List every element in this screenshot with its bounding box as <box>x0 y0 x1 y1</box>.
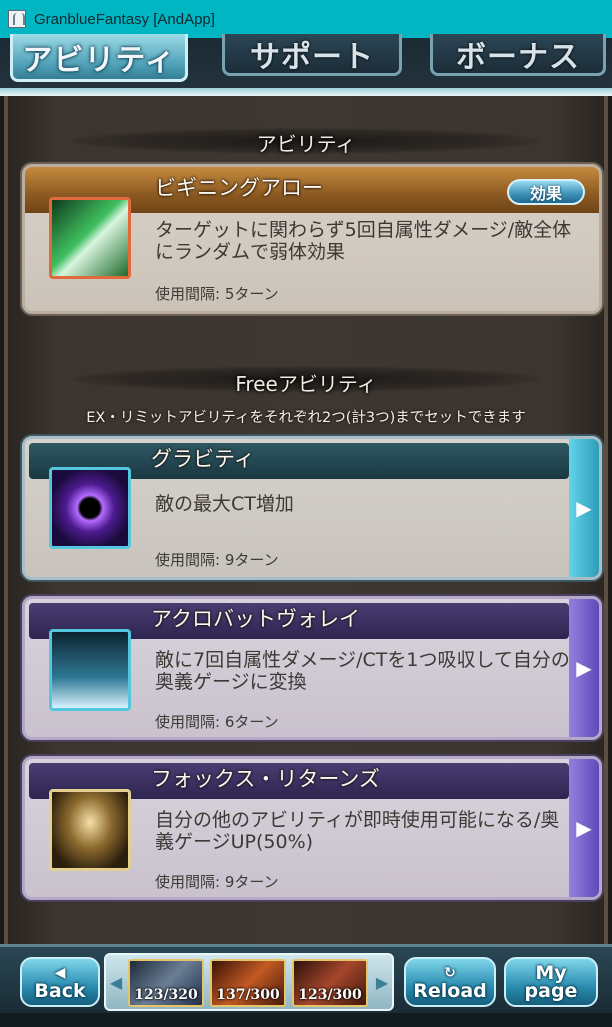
status-strip <box>0 1013 612 1027</box>
ability-name: フォックス・リターンズ <box>151 767 380 791</box>
ability-card-gravity[interactable]: グラビティ 敵の最大CT増加 使用間隔: 9ターン ▶ <box>22 436 602 580</box>
mypage-label-2: page <box>524 980 578 1002</box>
tab-support[interactable]: サポート <box>222 34 402 76</box>
tab-bar: アビリティ サポート ボーナス <box>0 34 612 94</box>
ability-interval: 使用間隔: 6ターン <box>155 713 279 731</box>
ability-card-lead[interactable]: ビギニングアロー 効果 ターゲットに関わらず5回自属性ダメージ/敵全体にランダム… <box>22 164 602 314</box>
section-note: EX・リミットアビリティをそれぞれ2つ(計3つ)までセットできます <box>86 410 526 426</box>
tab-ability[interactable]: アビリティ <box>10 34 188 82</box>
section-title-free: Freeアビリティ <box>235 372 377 396</box>
window-title: GranblueFantasy [AndApp] <box>34 10 215 28</box>
ice-spikes-icon <box>49 629 131 711</box>
ability-name: グラビティ <box>151 447 255 471</box>
ability-description: ターゲットに関わらず5回自属性ダメージ/敵全体にランダムで弱体効果 <box>155 219 572 263</box>
mypage-button[interactable]: My page <box>504 957 598 1007</box>
ability-description: 敵の最大CT増加 <box>155 493 294 515</box>
party-member-3[interactable]: 123/300 <box>292 959 368 1007</box>
reload-label: Reload <box>413 980 487 1002</box>
ability-interval: 使用間隔: 9ターン <box>155 551 279 569</box>
tab-divider <box>0 88 612 96</box>
member-hp: 123/320 <box>134 987 198 1003</box>
member-hp: 123/300 <box>298 987 362 1003</box>
ability-name: アクロバットヴォレイ <box>151 607 360 631</box>
chevron-right-icon[interactable]: ▶ <box>569 439 599 577</box>
effect-button[interactable]: 効果 <box>507 179 585 205</box>
section-title-ability: アビリティ <box>256 132 356 156</box>
chevron-right-icon[interactable]: ▶ <box>375 967 389 997</box>
ability-card-acrobat-volley[interactable]: アクロバットヴォレイ 敵に7回自属性ダメージ/CTを1つ吸収して自分の奥義ゲージ… <box>22 596 602 740</box>
green-arrow-icon <box>49 197 131 279</box>
fox-glasses-icon <box>49 789 131 871</box>
member-hp: 137/300 <box>216 987 280 1003</box>
chevron-right-icon[interactable]: ▶ <box>569 759 599 897</box>
party-strip: ◀ 123/320 137/300 123/300 ▶ <box>104 953 394 1011</box>
chevron-left-icon[interactable]: ◀ <box>109 967 123 997</box>
ability-card-fox-returns[interactable]: フォックス・リターンズ 自分の他のアビリティが即時使用可能になる/奥義ゲージUP… <box>22 756 602 900</box>
ability-interval: 使用間隔: 9ターン <box>155 873 279 891</box>
ability-description: 自分の他のアビリティが即時使用可能になる/奥義ゲージUP(50%) <box>155 809 560 853</box>
reload-button[interactable]: ↻ Reload <box>404 957 496 1007</box>
tab-bonus[interactable]: ボーナス <box>430 34 606 76</box>
back-label: Back <box>34 980 86 1002</box>
party-member-1[interactable]: 123/320 <box>128 959 204 1007</box>
chevron-right-icon[interactable]: ▶ <box>569 599 599 737</box>
ability-panel: アビリティ ビギニングアロー 効果 ターゲットに関わらず5回自属性ダメージ/敵全… <box>4 96 608 944</box>
black-hole-icon <box>49 467 131 549</box>
ability-name: ビギニングアロー <box>155 176 323 200</box>
app-icon <box>8 10 26 28</box>
ability-interval: 使用間隔: 5ターン <box>155 285 279 303</box>
ability-description: 敵に7回自属性ダメージ/CTを1つ吸収して自分の奥義ゲージに変換 <box>155 649 570 693</box>
bottom-navigation: ◀ Back ◀ 123/320 137/300 123/300 ▶ ↻ Rel… <box>0 944 612 1027</box>
party-member-2[interactable]: 137/300 <box>210 959 286 1007</box>
back-button[interactable]: ◀ Back <box>20 957 100 1007</box>
